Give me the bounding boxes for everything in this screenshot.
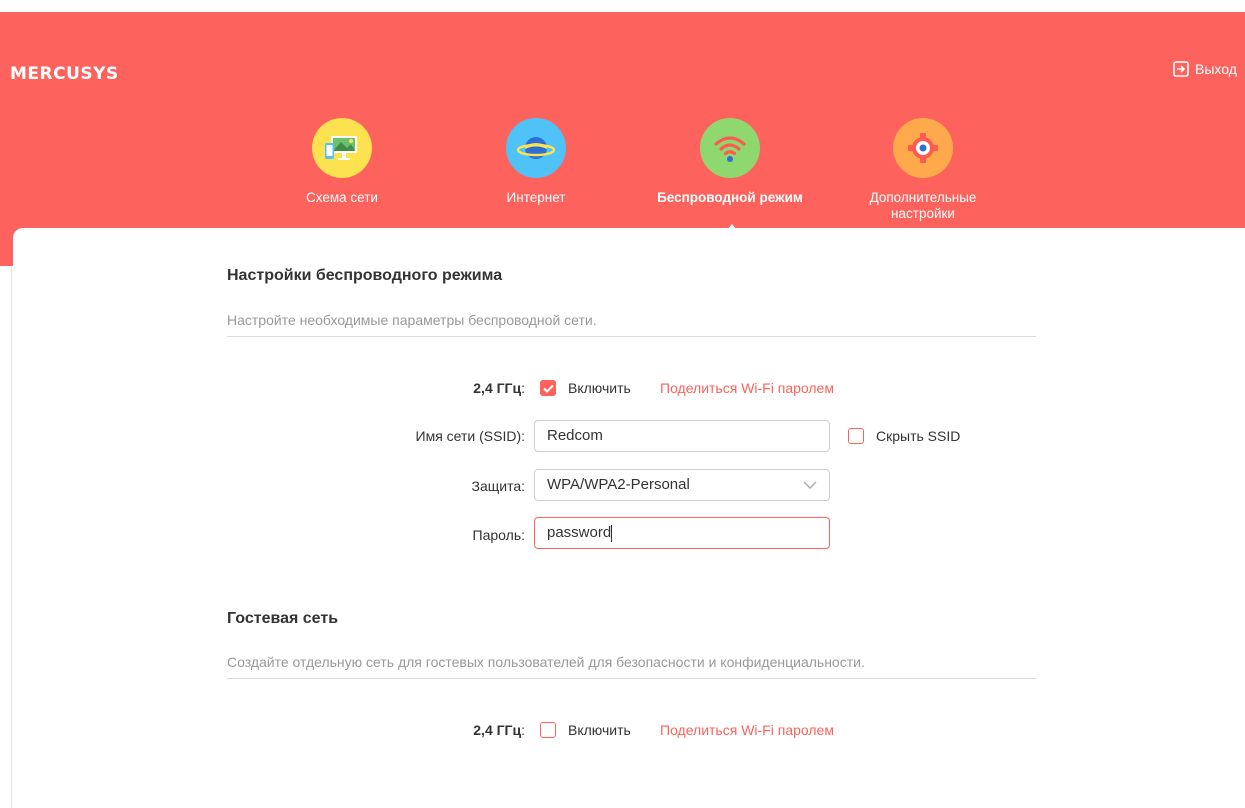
enable-label: Включить <box>568 380 631 396</box>
wireless-section-title: Настройки беспроводного режима <box>227 267 503 284</box>
share-wifi-password-link[interactable]: Поделиться Wi-Fi паролем <box>660 380 834 396</box>
band-label: 2,4 ГГц: <box>473 380 525 396</box>
guest-section-title: Гостевая сеть <box>227 610 339 627</box>
divider <box>227 678 1036 679</box>
guest-enable-checkbox[interactable] <box>540 722 556 738</box>
gear-icon <box>893 118 953 178</box>
globe-planet-icon <box>506 118 566 178</box>
guest-section-description: Создайте отдельную сеть для гостевых пол… <box>227 654 865 670</box>
left-edge <box>0 266 12 808</box>
enable-24ghz-checkbox[interactable] <box>540 380 556 396</box>
wifi-icon <box>700 118 760 178</box>
nav-wireless[interactable]: Беспроводной режим <box>655 118 805 206</box>
ssid-input[interactable]: Redcom <box>534 420 830 452</box>
guest-enable-label: Включить <box>568 722 631 738</box>
hide-ssid-checkbox[interactable] <box>848 428 864 444</box>
password-label: Пароль: <box>472 527 525 543</box>
nav-advanced[interactable]: Дополнительные настройки <box>848 118 998 222</box>
checkmark-icon <box>542 384 554 393</box>
wireless-section-description: Настройте необходимые параметры беспрово… <box>227 312 597 328</box>
security-label: Защита: <box>471 478 525 494</box>
security-value: WPA/WPA2-Personal <box>547 476 690 493</box>
chevron-down-icon <box>803 481 817 489</box>
mercusys-logo: MERCUSYS <box>10 64 119 84</box>
logout-label: Выход <box>1195 61 1237 77</box>
security-select[interactable]: WPA/WPA2-Personal <box>534 469 830 501</box>
guest-share-wifi-password-link[interactable]: Поделиться Wi-Fi паролем <box>660 722 834 738</box>
password-input[interactable]: password <box>534 517 830 549</box>
divider <box>227 336 1036 337</box>
logout-icon <box>1173 61 1189 77</box>
guest-band-label: 2,4 ГГц: <box>473 722 525 738</box>
nav-label: Беспроводной режим <box>657 190 803 205</box>
nav-label: Интернет <box>506 190 566 205</box>
nav-label: Схема сети <box>306 190 378 205</box>
nav-label: Дополнительные настройки <box>869 190 977 221</box>
nav-network-map[interactable]: Схема сети <box>267 118 417 206</box>
logout-button[interactable]: Выход <box>1173 61 1237 77</box>
network-map-icon <box>312 118 372 178</box>
ssid-label: Имя сети (SSID): <box>415 428 526 444</box>
password-value: password <box>547 524 612 541</box>
hide-ssid-label: Скрыть SSID <box>876 428 961 444</box>
text-cursor <box>611 524 613 542</box>
nav-internet[interactable]: Интернет <box>461 118 611 206</box>
